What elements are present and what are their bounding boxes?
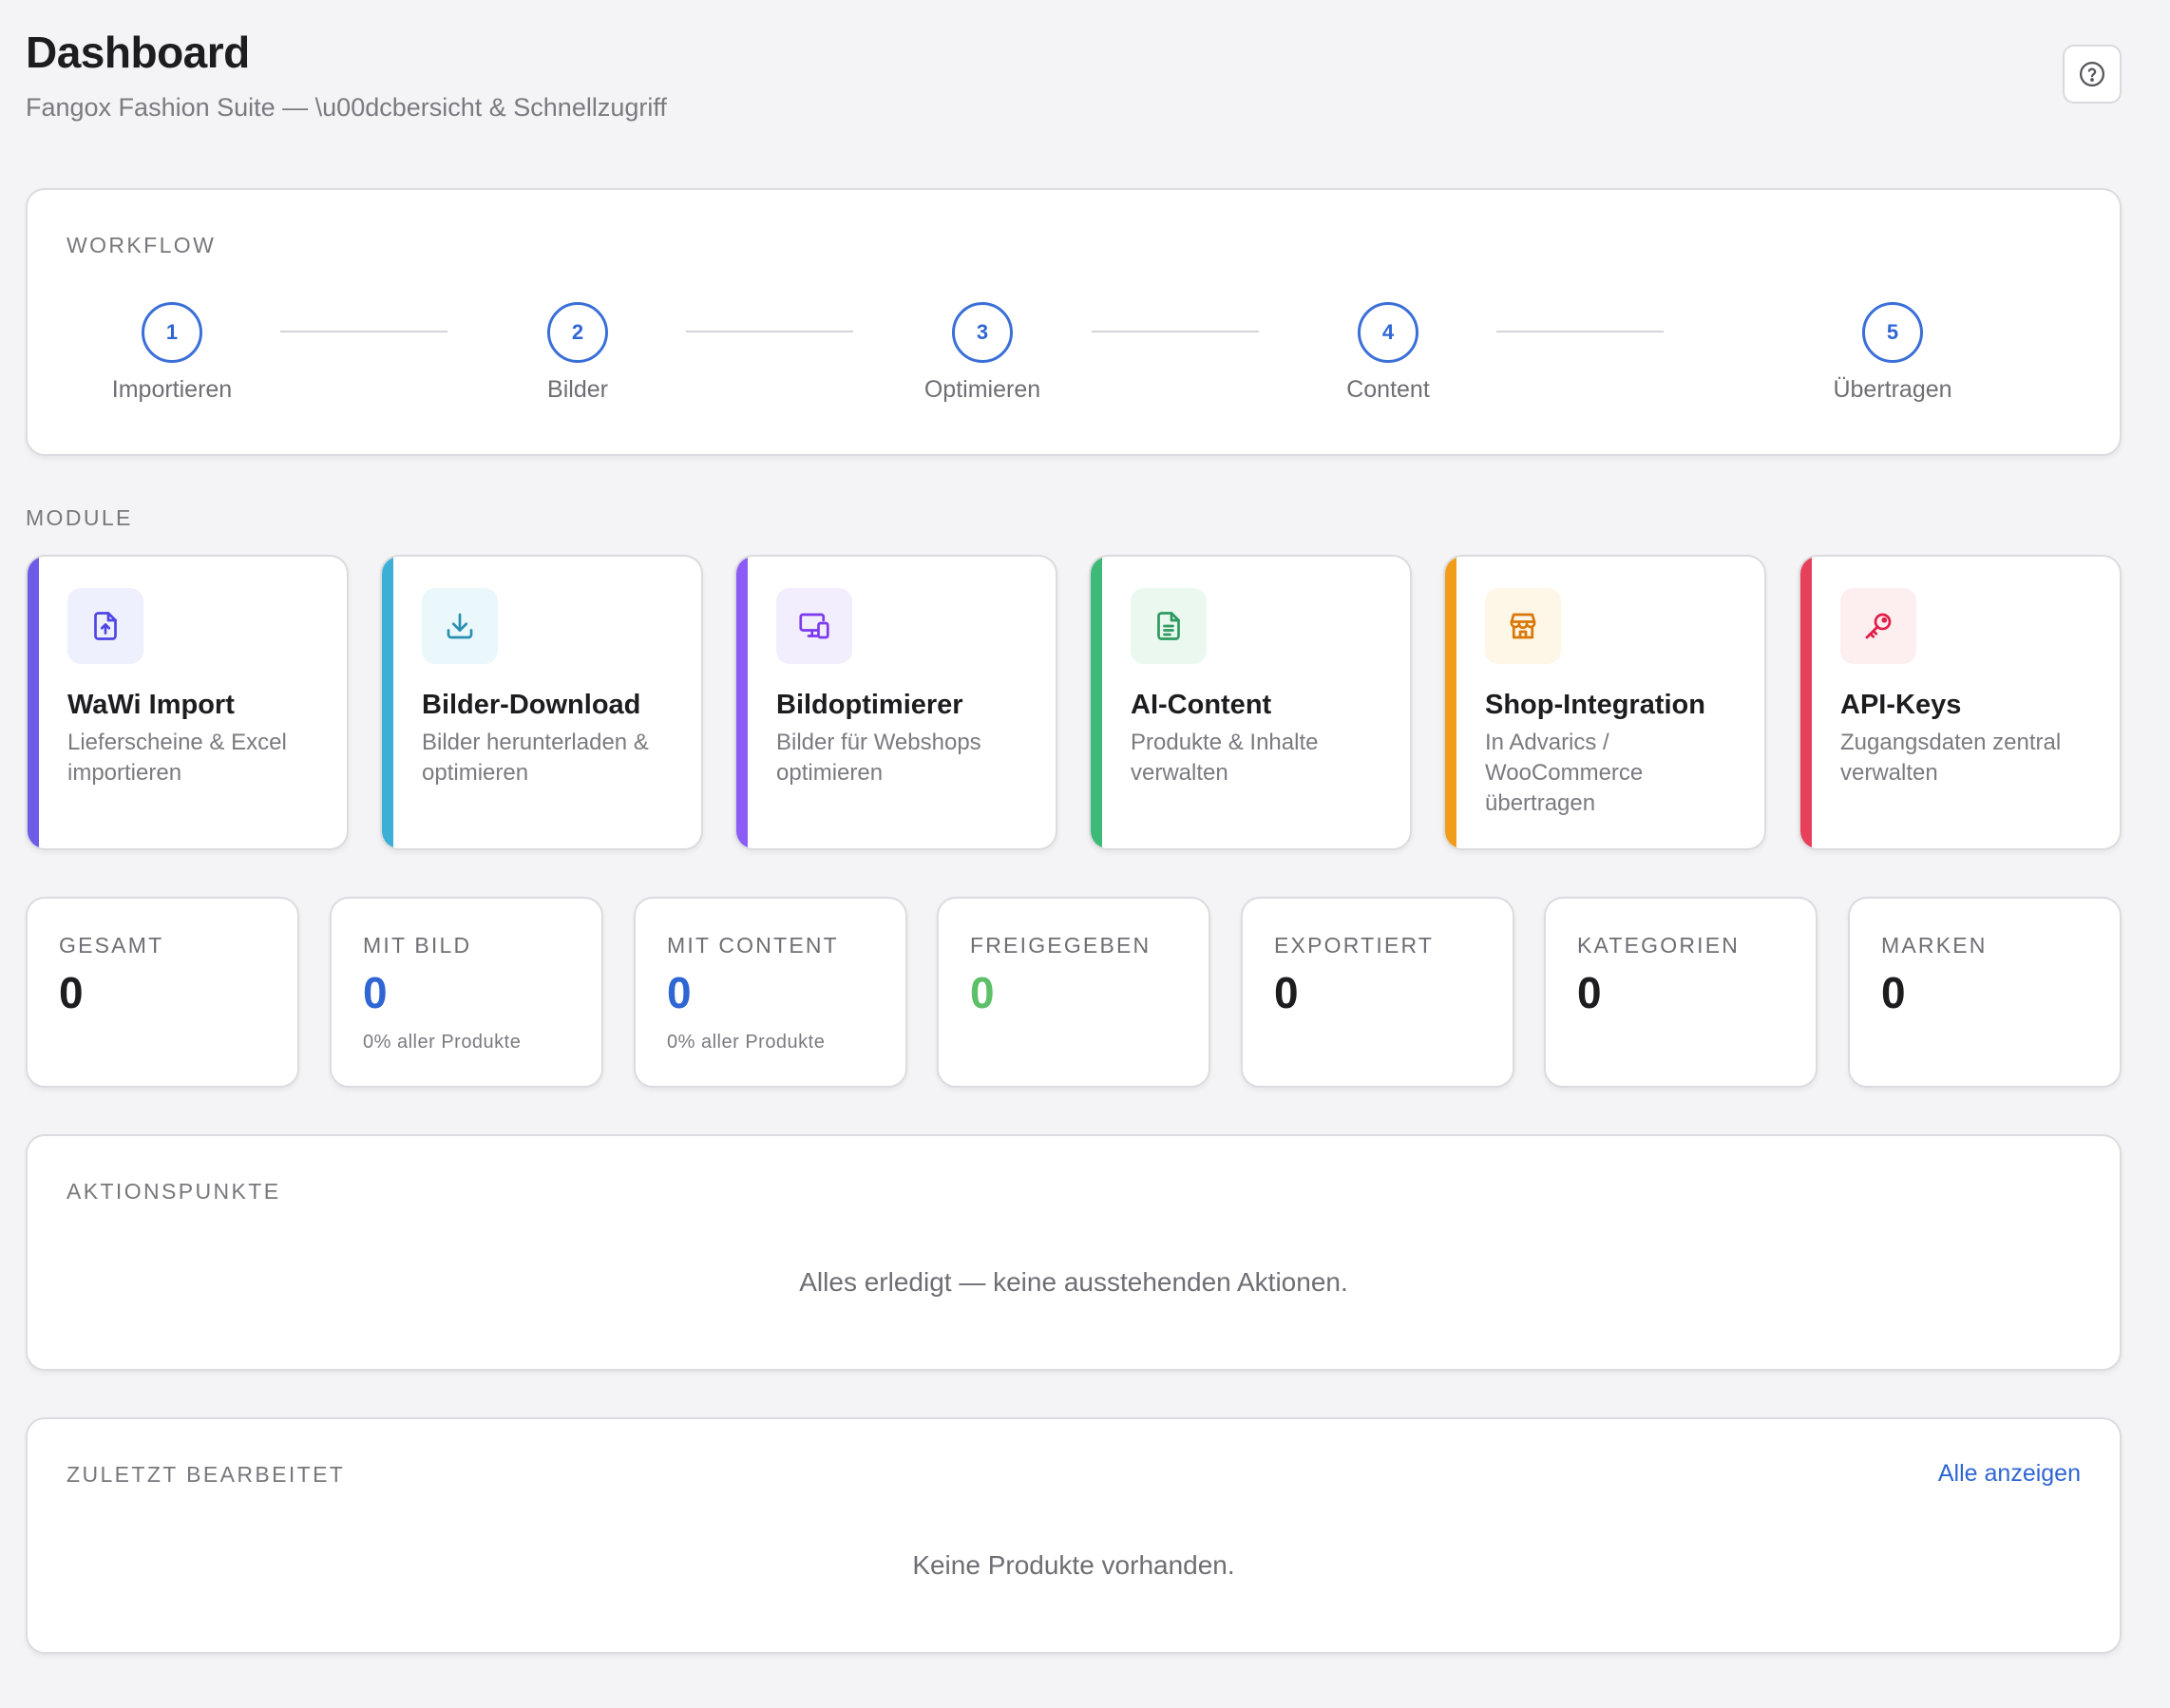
stat-label: MIT CONTENT (667, 933, 839, 958)
stat-card-kategorien: KATEGORIEN 0 (1544, 897, 1818, 1088)
stat-card-exportiert: EXPORTIERT 0 (1241, 897, 1514, 1088)
module-icon-box (67, 588, 143, 664)
workflow-step-optimieren[interactable]: 3 Optimieren (878, 302, 1087, 404)
recently-edited-empty-message: Keine Produkte vorhanden. (912, 1550, 1235, 1580)
module-icon-box (422, 588, 498, 664)
devices-icon (799, 613, 829, 639)
step-number: 1 (142, 302, 202, 363)
step-label: Bilder (547, 376, 608, 403)
module-card-bilder-download[interactable]: Bilder-Download Bilder herunterladen & o… (380, 555, 703, 850)
module-title: Bildoptimierer (776, 690, 963, 720)
step-number: 3 (952, 302, 1013, 363)
module-accent (1091, 557, 1102, 848)
step-label: Optimieren (923, 376, 1041, 403)
stat-label: KATEGORIEN (1577, 933, 1741, 958)
stat-label: MARKEN (1881, 933, 1988, 958)
download-icon (447, 613, 473, 639)
module-description: Zugangsdaten zentral verwalten (1840, 730, 2062, 786)
module-card-api-keys[interactable]: API-Keys Zugangsdaten zentral verwalten (1799, 555, 2122, 850)
page-subtitle: Fangox Fashion Suite — \u00dcbersicht & … (26, 93, 667, 122)
stat-value: 0 (59, 968, 84, 1017)
module-card-bildoptimierer[interactable]: Bildoptimierer Bilder für Webshops optim… (734, 555, 1057, 850)
module-accent (1445, 557, 1456, 848)
store-icon (1510, 613, 1536, 639)
step-number: 5 (1862, 302, 1923, 363)
help-button[interactable] (2063, 45, 2122, 104)
module-description: Bilder für Webshops optimieren (776, 730, 981, 786)
workflow-step-importieren[interactable]: 1 Importieren (67, 302, 276, 404)
workflow-step-uebertragen[interactable]: 5 Übertragen (1788, 302, 1997, 404)
step-label: Importieren (111, 376, 233, 403)
stat-value: 0 (1274, 968, 1299, 1017)
action-points-card: AKTIONSPUNKTE Alles erledigt — keine aus… (26, 1134, 2122, 1371)
recently-edited-label: ZULETZT BEARBEITET (67, 1462, 346, 1487)
recently-edited-card: ZULETZT BEARBEITET Alle anzeigen Keine P… (26, 1417, 2122, 1654)
stat-card-mit-bild: MIT BILD 0 0% aller Produkte (330, 897, 603, 1088)
step-label: Content (1346, 376, 1430, 403)
step-number: 4 (1358, 302, 1418, 363)
module-description: Lieferscheine & Excel importieren (67, 730, 287, 786)
stat-card-freigegeben: FREIGEGEBEN 0 (937, 897, 1210, 1088)
file-upload-icon (94, 612, 117, 640)
module-title: API-Keys (1840, 690, 1962, 720)
stat-label: GESAMT (59, 933, 164, 958)
stat-card-mit-content: MIT CONTENT 0 0% aller Produkte (634, 897, 907, 1088)
action-points-empty-message: Alles erledigt — keine ausstehenden Akti… (799, 1267, 1348, 1297)
stat-card-gesamt: GESAMT 0 (26, 897, 299, 1088)
stat-value: 0 (363, 968, 388, 1017)
stat-value: 0 (667, 968, 692, 1017)
show-all-link[interactable]: Alle anzeigen (1938, 1460, 2081, 1488)
page-title: Dashboard (26, 28, 250, 77)
module-description: Bilder herunterladen & optimieren (422, 730, 649, 786)
module-card-shop-integration[interactable]: Shop-Integration In Advarics / WooCommer… (1443, 555, 1766, 850)
module-title: AI-Content (1131, 690, 1272, 720)
step-connector (280, 331, 447, 332)
workflow-step-bilder[interactable]: 2 Bilder (473, 302, 682, 404)
module-label: MODULE (26, 505, 133, 530)
module-title: Bilder-Download (422, 690, 641, 720)
module-accent (28, 557, 39, 848)
stat-subtext: 0% aller Produkte (363, 1032, 522, 1053)
document-icon (1157, 612, 1180, 640)
workflow-label: WORKFLOW (67, 233, 217, 257)
module-icon-box (1485, 588, 1561, 664)
stat-label: MIT BILD (363, 933, 472, 958)
stat-value: 0 (970, 968, 995, 1017)
stat-value: 0 (1577, 968, 1602, 1017)
stat-label: EXPORTIERT (1274, 933, 1435, 958)
module-card-wawi-import[interactable]: WaWi Import Lieferscheine & Excel import… (26, 555, 349, 850)
key-icon (1865, 613, 1892, 639)
module-icon-box (1840, 588, 1916, 664)
step-connector (686, 331, 853, 332)
stat-label: FREIGEGEBEN (970, 933, 1152, 958)
stat-subtext: 0% aller Produkte (667, 1032, 826, 1053)
module-icon-box (1131, 588, 1207, 664)
step-connector (1092, 331, 1259, 332)
module-description: In Advarics / WooCommerce übertragen (1485, 730, 1644, 816)
step-connector (1496, 331, 1664, 332)
module-accent (1800, 557, 1812, 848)
module-icon-box (776, 588, 852, 664)
module-accent (382, 557, 393, 848)
step-label: Übertragen (1833, 376, 1952, 403)
workflow-card: WORKFLOW 1 Importieren 2 Bilder 3 Optimi… (26, 188, 2122, 456)
stat-card-marken: MARKEN 0 (1848, 897, 2122, 1088)
module-card-ai-content[interactable]: AI-Content Produkte & Inhalte verwalten (1089, 555, 1412, 850)
module-title: Shop-Integration (1485, 690, 1705, 720)
module-description: Produkte & Inhalte verwalten (1131, 730, 1319, 786)
stat-value: 0 (1881, 968, 1906, 1017)
module-accent (736, 557, 748, 848)
module-title: WaWi Import (67, 690, 235, 720)
action-points-label: AKTIONSPUNKTE (67, 1179, 281, 1204)
workflow-step-content[interactable]: 4 Content (1284, 302, 1493, 404)
step-number: 2 (547, 302, 608, 363)
question-circle-icon (2080, 62, 2104, 86)
